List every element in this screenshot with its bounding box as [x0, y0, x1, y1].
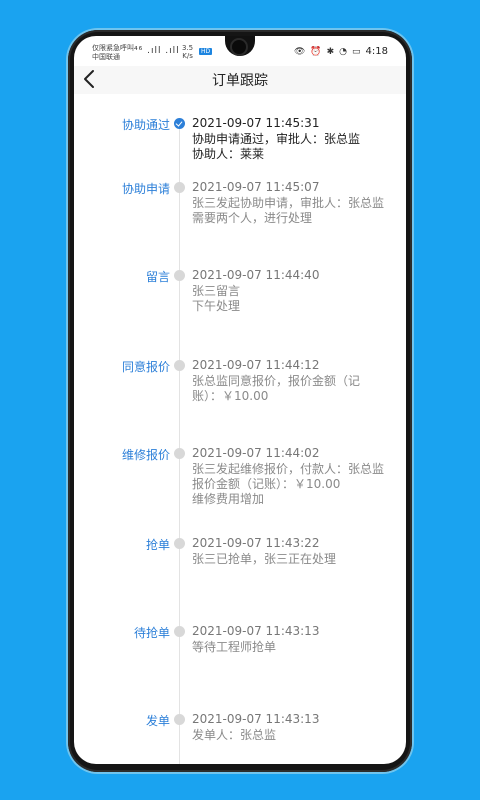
nav-bar: 订单跟踪 — [74, 66, 406, 94]
timeline-item-desc: 张总监同意报价，报价金额（记 账）：￥10.00 — [192, 374, 361, 403]
timeline-dot-icon — [174, 448, 185, 459]
timeline-item-time: 2021-09-07 11:44:02 — [192, 446, 320, 460]
eye-icon: 👁 — [293, 46, 306, 57]
timeline-item-label: 维修报价 — [121, 448, 170, 462]
carrier-line-1: 仅限紧急呼叫 — [92, 44, 134, 52]
timeline-item-time: 2021-09-07 11:43:22 — [192, 536, 320, 550]
timeline-item-desc: 张三发起维修报价，付款人：张总监 报价金额（记账）：￥10.00 维修费用增加 — [192, 462, 385, 506]
net-speed: 3.5 K/s — [182, 44, 193, 60]
app-screen: 仅限紧急呼叫 中国联通 ⁴⁶ .ıll .ıll 3.5 K/s HD 👁 ⏰ … — [74, 36, 406, 764]
timeline-item-label: 协助通过 — [121, 118, 170, 132]
timeline-item-time: 2021-09-07 11:43:13 — [192, 712, 320, 726]
clock: 4:18 — [365, 46, 388, 57]
timeline-item-time: 2021-09-07 11:44:12 — [192, 358, 320, 372]
page-title: 订单跟踪 — [212, 73, 268, 89]
rotation-icon: ◔ — [339, 46, 348, 57]
timeline-item-desc: 张三发起协助申请，审批人：张总监 需要两个人，进行处理 — [192, 196, 385, 225]
timeline-item-time: 2021-09-07 11:43:13 — [192, 624, 320, 638]
timeline-item-label: 协助申请 — [121, 182, 170, 196]
timeline-dot-icon — [174, 182, 185, 193]
net-speed-unit: K/s — [182, 52, 193, 60]
timeline-dot-icon — [174, 270, 185, 281]
timeline-dot-icon — [174, 626, 185, 637]
timeline-item-label: 抢单 — [145, 538, 170, 552]
timeline-item-label: 留言 — [145, 270, 170, 284]
timeline-item-time: 2021-09-07 11:44:40 — [192, 268, 320, 282]
signal-icon: ⁴⁶ .ıll .ıll — [134, 46, 180, 56]
timeline-item-desc: 等待工程师抢单 — [192, 640, 277, 654]
timeline-item-label: 发单 — [145, 714, 170, 728]
front-camera — [232, 40, 246, 54]
timeline-line — [179, 124, 180, 764]
timeline-item-desc: 协助申请通过，审批人：张总监 协助人：莱莱 — [192, 132, 361, 161]
timeline-item-desc: 张三已抢单，张三正在处理 — [192, 552, 337, 566]
battery-icon: ▭ — [352, 46, 361, 57]
timeline-item-label: 待抢单 — [133, 626, 170, 640]
hd-badge: HD — [199, 48, 213, 55]
status-right: 👁 ⏰ ✱ ◔ ▭ 4:18 — [294, 46, 388, 57]
bluetooth-icon: ✱ — [326, 46, 335, 57]
carrier-line-2: 中国联通 — [92, 53, 120, 61]
timeline-item-time: 2021-09-07 11:45:07 — [192, 180, 320, 194]
check-circle-icon — [174, 118, 185, 129]
carrier-info: 仅限紧急呼叫 中国联通 — [92, 44, 134, 62]
timeline-item-time: 2021-09-07 11:45:31 — [192, 116, 320, 130]
net-speed-value: 3.5 — [182, 44, 194, 52]
timeline-item-desc: 发单人：张总监 — [192, 728, 277, 742]
timeline-item-desc: 张三留言 下午处理 — [192, 284, 241, 313]
timeline-dot-icon — [174, 360, 185, 371]
timeline-dot-icon — [174, 714, 185, 725]
timeline-item-label: 同意报价 — [121, 360, 170, 374]
alarm-icon: ⏰ — [310, 46, 322, 57]
timeline-dot-icon — [174, 538, 185, 549]
